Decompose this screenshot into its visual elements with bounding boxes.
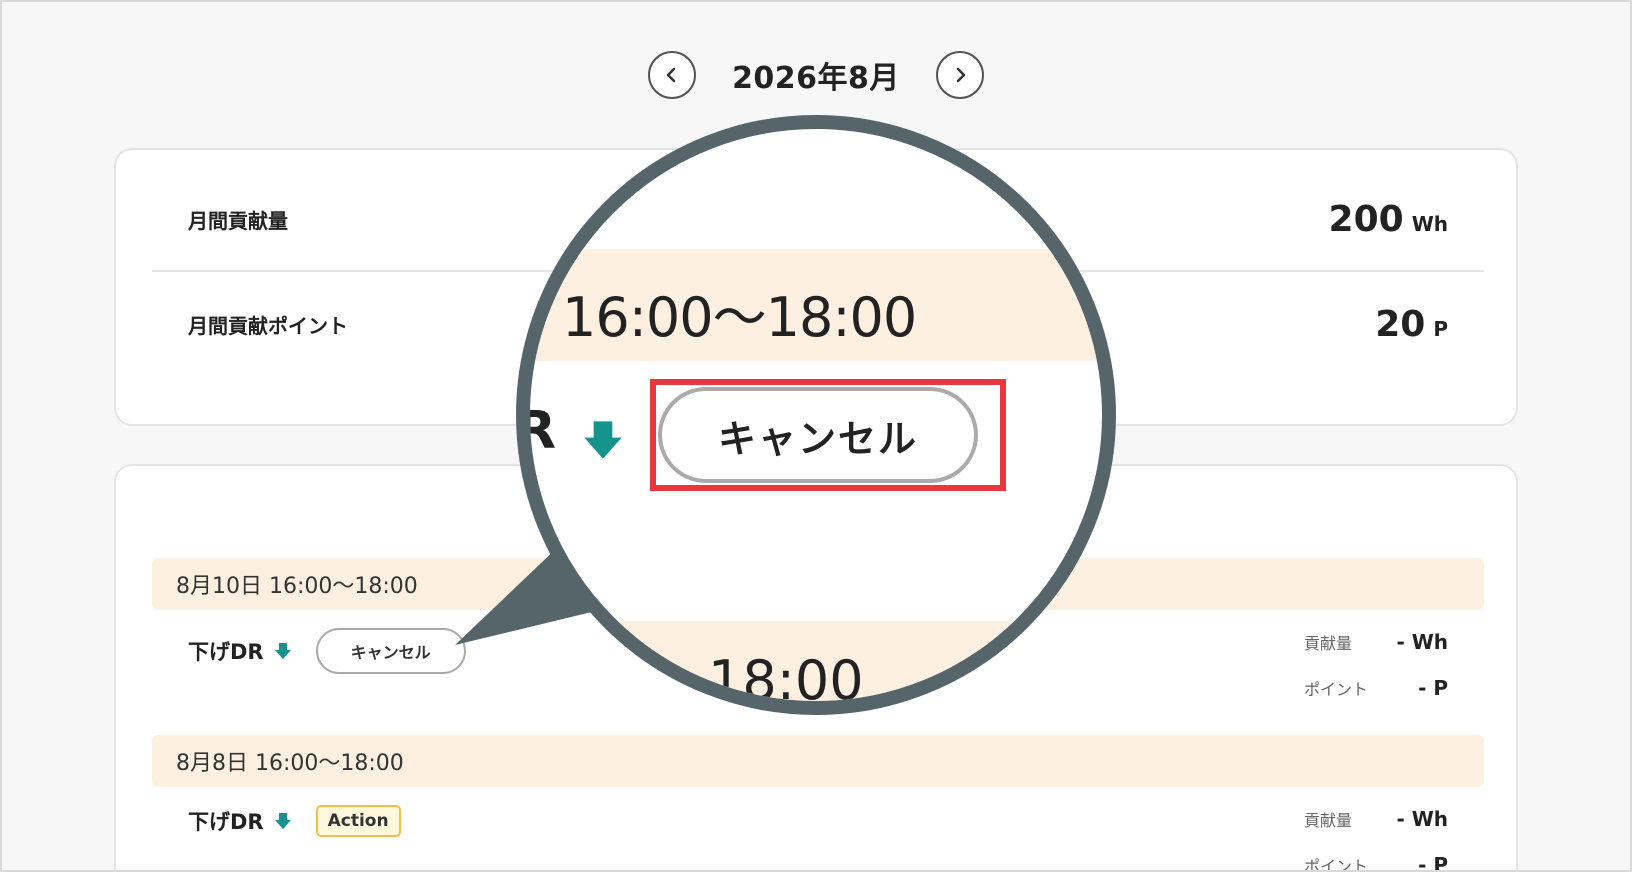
down-arrow-icon — [584, 421, 622, 459]
cancel-button[interactable]: キャンセル — [315, 628, 466, 674]
event-points-stat: ポイント - P — [1304, 676, 1448, 700]
event-points-label: ポイント — [1304, 857, 1369, 872]
monthly-energy-label: 月間貢献量 — [188, 208, 288, 233]
magnified-cancel-button[interactable]: キャンセル — [658, 387, 978, 483]
month-label: 2026年8月 — [732, 61, 900, 96]
monthly-energy-value: 200 — [1328, 198, 1404, 240]
monthly-energy-unit: Wh — [1411, 211, 1448, 236]
down-arrow-icon — [274, 643, 291, 659]
event-points-stat: ポイント - P — [1304, 853, 1448, 872]
monthly-points-value-group: 20 P — [1375, 304, 1448, 345]
monthly-points-unit: P — [1433, 316, 1448, 341]
event-energy-label: 貢献量 — [1304, 811, 1353, 830]
event-points-value: - P — [1418, 853, 1448, 872]
chevron-right-icon — [956, 67, 966, 83]
magnifier-dr-fragment: R — [516, 401, 557, 461]
dr-label: 下げDR — [188, 810, 264, 834]
next-month-button[interactable] — [935, 51, 984, 99]
magnifier-callout: 16:00〜18:00 R キャンセル 18:00 — [516, 115, 1116, 715]
magnifier-time: 16:00〜18:00 — [562, 286, 917, 349]
action-badge: Action — [315, 805, 401, 837]
chevron-left-icon — [666, 67, 676, 83]
month-navigation: 2026年8月 — [0, 50, 1632, 100]
dr-line: 下げDR キャンセル — [188, 628, 466, 674]
monthly-points-label: 月間貢献ポイント — [188, 313, 348, 338]
event-points-label: ポイント — [1304, 680, 1369, 699]
event-energy-stat: 貢献量 - Wh — [1304, 630, 1448, 654]
down-arrow-icon — [274, 813, 291, 829]
event-body: 下げDR Action 貢献量 - Wh ポイント - P — [152, 787, 1484, 872]
magnifier-time-2: 18:00 — [708, 649, 864, 712]
event-energy-value: - Wh — [1396, 807, 1448, 831]
prev-month-button[interactable] — [648, 51, 697, 99]
event-energy-label: 貢献量 — [1304, 634, 1353, 653]
event-points-value: - P — [1418, 676, 1448, 700]
event-date: 8月8日 16:00〜18:00 — [152, 735, 1484, 787]
event-item: 8月8日 16:00〜18:00 下げDR Action 貢献量 - Wh ポイ… — [152, 735, 1484, 872]
dr-line: 下げDR Action — [188, 805, 401, 837]
event-energy-stat: 貢献量 - Wh — [1304, 807, 1448, 831]
event-energy-value: - Wh — [1396, 630, 1448, 654]
monthly-points-value: 20 — [1375, 303, 1426, 345]
monthly-energy-value-group: 200 Wh — [1329, 199, 1448, 240]
dr-label: 下げDR — [188, 640, 264, 664]
